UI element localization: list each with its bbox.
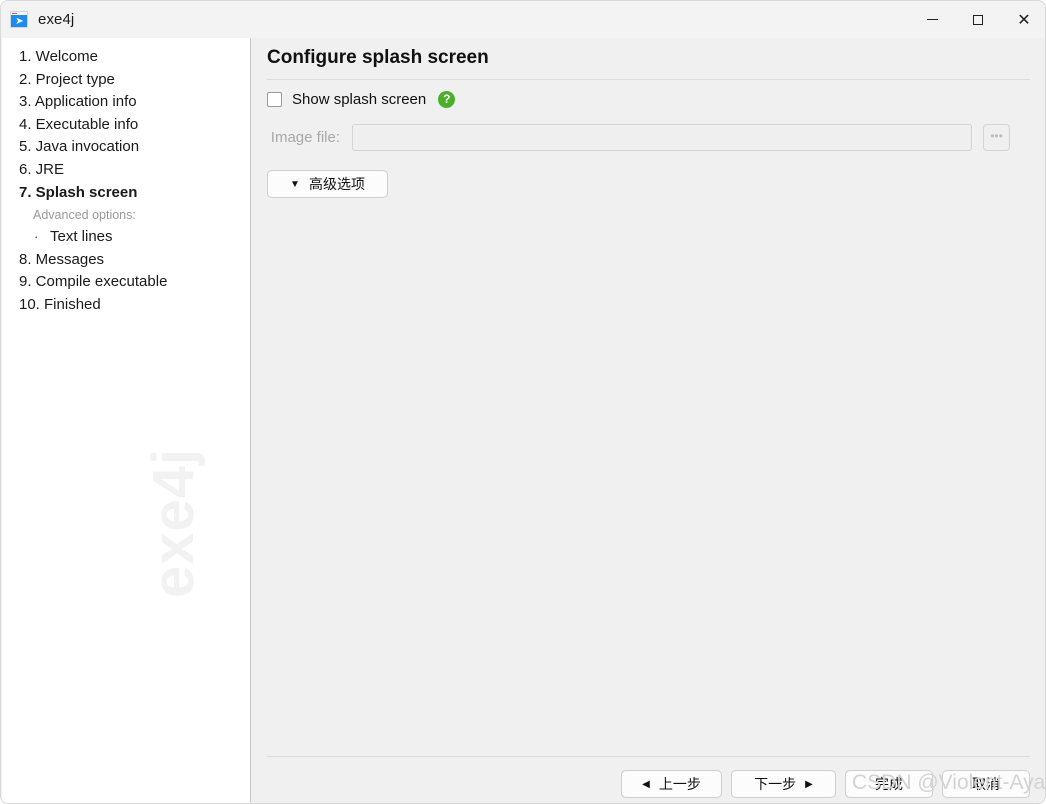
show-splash-row: Show splash screen ? bbox=[267, 88, 456, 110]
sidebar-brand-watermark: exe4j bbox=[141, 447, 206, 598]
minimize-icon bbox=[926, 19, 938, 20]
window-title: exe4j bbox=[38, 11, 75, 28]
page-title: Configure splash screen bbox=[267, 47, 489, 68]
app-rocket-icon: ➤ bbox=[10, 11, 28, 28]
sidebar-item-java-invocation[interactable]: 5. Java invocation bbox=[19, 136, 250, 159]
rocket-glyph: ➤ bbox=[15, 16, 24, 27]
previous-button-label: 上一步 bbox=[658, 776, 701, 792]
sidebar-item-project-type[interactable]: 2. Project type bbox=[19, 69, 250, 92]
maximize-button[interactable] bbox=[955, 1, 1001, 38]
bullet-icon: · bbox=[34, 229, 39, 245]
next-button-label: 下一步 bbox=[754, 776, 797, 792]
footer-divider bbox=[267, 756, 1030, 757]
sidebar-item-messages[interactable]: 8. Messages bbox=[19, 249, 250, 272]
app-icon-titlestrip bbox=[11, 12, 27, 15]
advanced-options-button[interactable]: ▼ 高级选项 bbox=[267, 170, 388, 198]
chevron-down-icon: ▼ bbox=[290, 178, 300, 190]
previous-button[interactable]: ◀ 上一步 bbox=[621, 770, 722, 798]
sidebar-item-text-lines[interactable]: · Text lines bbox=[19, 226, 250, 249]
next-button[interactable]: 下一步 ▶ bbox=[731, 770, 836, 798]
title-bar: ➤ exe4j ✕ bbox=[1, 1, 1045, 38]
image-file-row: Image file: ••• bbox=[267, 123, 1030, 152]
title-divider bbox=[267, 79, 1030, 80]
advanced-options-label: 高级选项 bbox=[308, 176, 365, 192]
window-controls: ✕ bbox=[909, 1, 1045, 38]
image-file-input[interactable] bbox=[352, 124, 972, 151]
image-file-browse-button[interactable]: ••• bbox=[983, 124, 1010, 151]
exe4j-wizard-window: ➤ exe4j ✕ 1. Welcome 2. Project type 3. … bbox=[0, 0, 1046, 804]
sidebar-item-application-info[interactable]: 3. Application info bbox=[19, 91, 250, 114]
image-file-label: Image file: bbox=[270, 129, 340, 146]
sidebar-item-welcome[interactable]: 1. Welcome bbox=[19, 46, 250, 69]
maximize-icon bbox=[973, 14, 983, 25]
sidebar-item-executable-info[interactable]: 4. Executable info bbox=[19, 114, 250, 137]
help-icon[interactable]: ? bbox=[438, 90, 456, 108]
main-content-panel: Configure splash screen Show splash scre… bbox=[251, 38, 1045, 803]
arrow-right-icon: ▶ bbox=[805, 778, 813, 790]
arrow-left-icon: ◀ bbox=[642, 778, 650, 790]
wizard-step-sidebar: 1. Welcome 2. Project type 3. Applicatio… bbox=[2, 38, 251, 803]
close-icon: ✕ bbox=[1017, 9, 1031, 29]
sidebar-advanced-options-header: Advanced options: bbox=[33, 208, 136, 223]
sidebar-item-compile-executable[interactable]: 9. Compile executable bbox=[19, 271, 250, 294]
cancel-button[interactable]: 取消 bbox=[942, 770, 1030, 798]
wizard-footer-buttons: ◀ 上一步 下一步 ▶ 完成 取消 bbox=[251, 764, 1045, 803]
finish-button[interactable]: 完成 bbox=[845, 770, 933, 798]
sidebar-item-splash-screen[interactable]: 7. Splash screen bbox=[19, 182, 250, 205]
sidebar-item-jre[interactable]: 6. JRE bbox=[19, 159, 250, 182]
wizard-step-list: 1. Welcome 2. Project type 3. Applicatio… bbox=[2, 38, 250, 317]
show-splash-screen-checkbox[interactable] bbox=[267, 91, 282, 107]
sidebar-item-finished[interactable]: 10. Finished bbox=[19, 294, 250, 317]
sidebar-item-text-lines-label: Text lines bbox=[50, 228, 113, 246]
show-splash-screen-label: Show splash screen bbox=[292, 90, 427, 108]
minimize-button[interactable] bbox=[909, 1, 955, 38]
close-button[interactable]: ✕ bbox=[1001, 1, 1045, 38]
